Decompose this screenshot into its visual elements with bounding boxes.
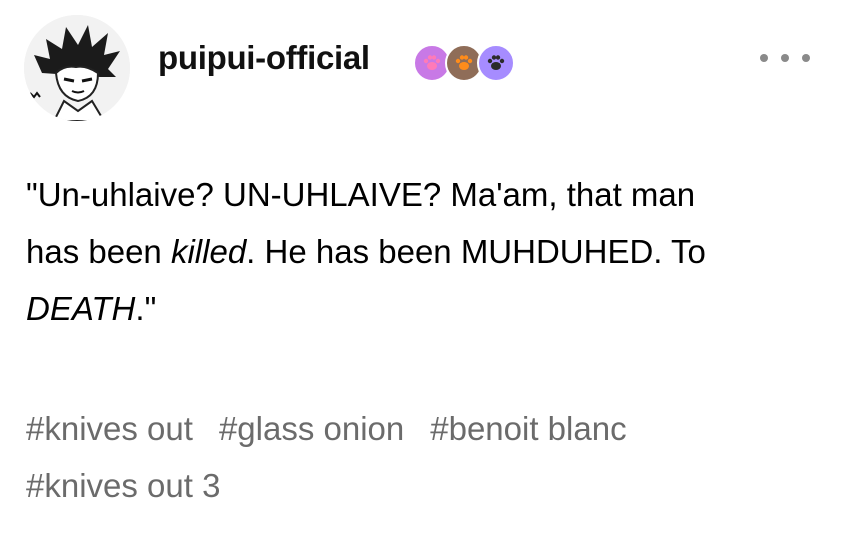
tag-benoit-blanc[interactable]: #benoit blanc — [430, 400, 626, 457]
avatar[interactable] — [24, 15, 130, 121]
post-text: . He has been MUHDUHED. To — [246, 233, 706, 270]
author-username[interactable]: puipui-official — [158, 38, 370, 78]
post-body: "Un-uhlaive? UN-UHLAIVE? Ma'am, that man… — [26, 166, 846, 337]
tag-knives-out-3[interactable]: #knives out 3 — [26, 457, 220, 514]
post-tags: #knives out #glass onion #benoit blanc #kn… — [26, 400, 846, 514]
post-text-line: DEATH." — [26, 280, 846, 337]
more-dot — [760, 54, 768, 62]
more-options-icon[interactable] — [760, 46, 810, 70]
post-text: ." — [135, 290, 157, 327]
tag-knives-out[interactable]: #knives out — [26, 400, 193, 457]
author-badges — [413, 44, 515, 82]
manga-character-avatar-icon — [24, 15, 130, 121]
post-text: has been — [26, 233, 171, 270]
post-text-line: "Un-uhlaive? UN-UHLAIVE? Ma'am, that man — [26, 166, 846, 223]
post-text-line: has been killed. He has been MUHDUHED. T… — [26, 223, 846, 280]
post-header: puipui-official — [0, 0, 863, 130]
post-text: "Un-uhlaive? UN-UHLAIVE? Ma'am, that man — [26, 176, 696, 213]
tag-glass-onion[interactable]: #glass onion — [219, 400, 404, 457]
post-text-emphasis: DEATH — [26, 290, 136, 327]
post-text-emphasis: killed — [170, 233, 247, 270]
more-dot — [802, 54, 810, 62]
more-dot — [781, 54, 789, 62]
paw-badge-icon[interactable] — [477, 44, 515, 82]
